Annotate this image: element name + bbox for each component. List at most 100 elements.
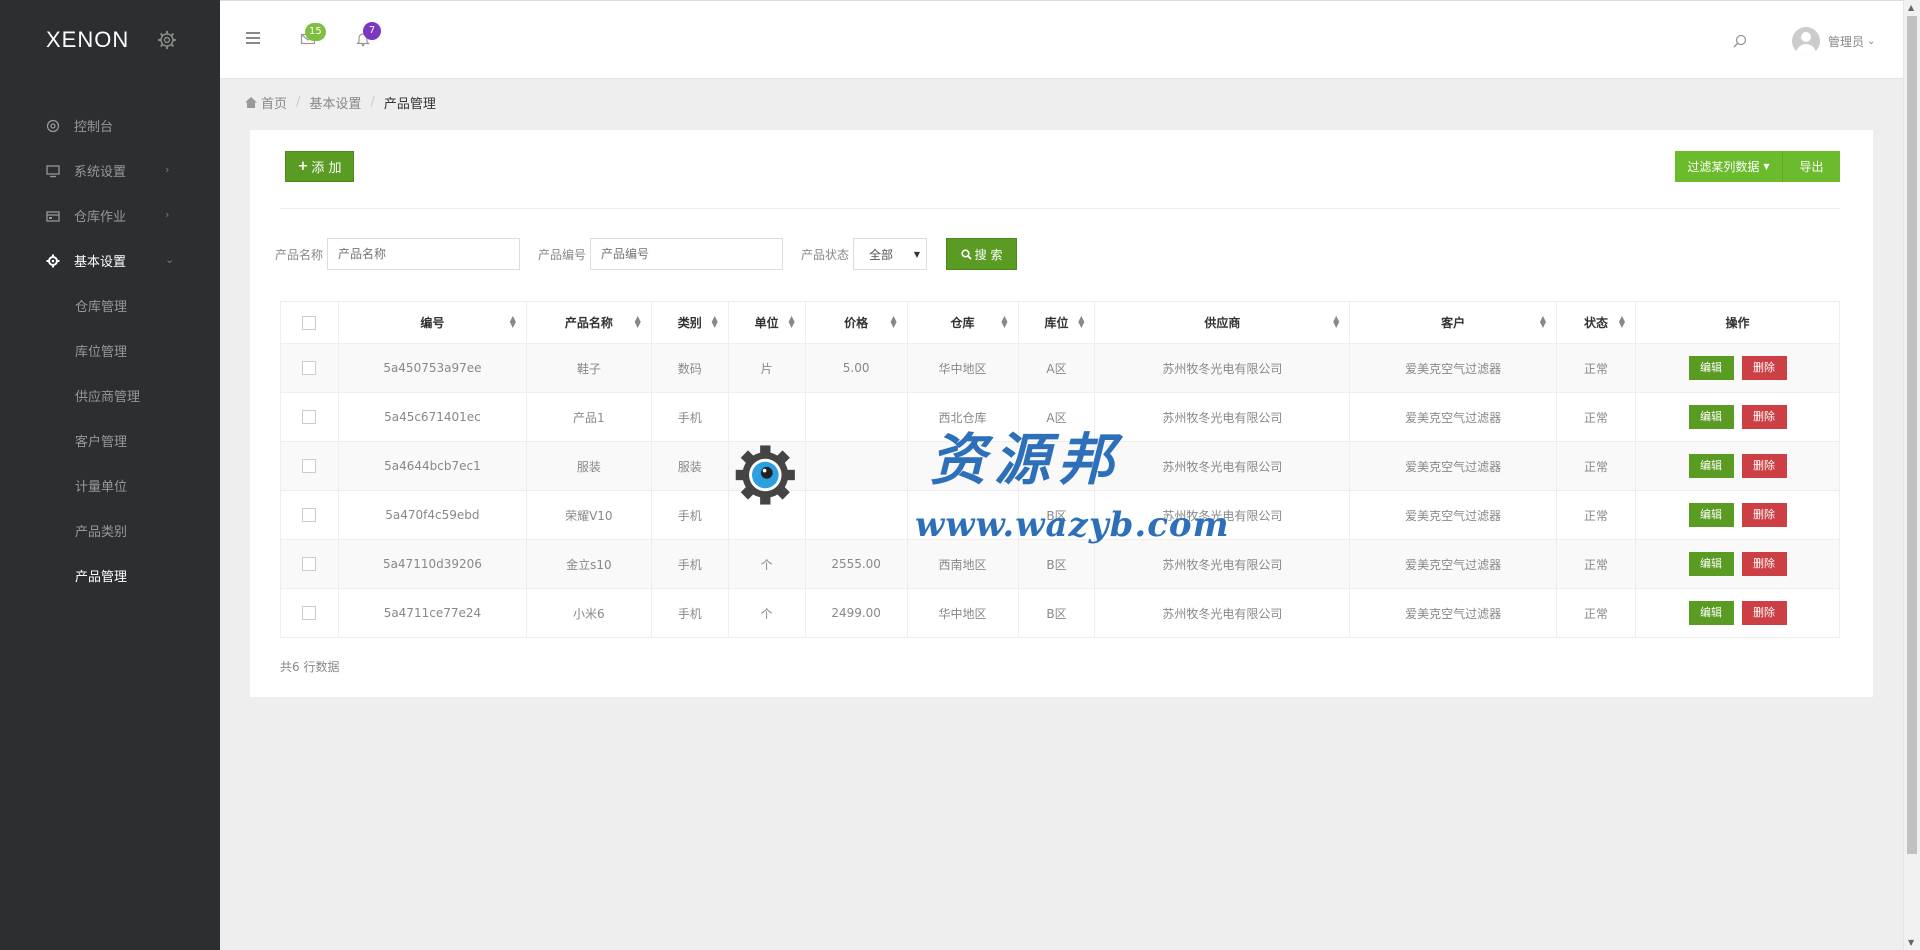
monitor-icon: [46, 164, 60, 177]
user-menu[interactable]: 管理员 ⌄: [1792, 27, 1875, 55]
settings-gear-icon[interactable]: [157, 30, 177, 50]
sort-icon[interactable]: ▲ ▼: [712, 315, 718, 329]
chevron-down-icon: ⌄: [165, 253, 175, 266]
sort-icon[interactable]: ▲ ▼: [890, 315, 896, 329]
sort-icon[interactable]: ▲ ▼: [1333, 315, 1339, 329]
sidebar-item-dashboard[interactable]: 控制台: [0, 103, 220, 148]
watermark-gear-logo: [735, 445, 795, 505]
cell-actions: 编辑 删除: [1635, 343, 1840, 393]
sort-icon[interactable]: ▲ ▼: [789, 315, 795, 329]
breadcrumb-separator: /: [296, 95, 301, 110]
sidebar-subitem-customer[interactable]: 客户管理: [0, 418, 220, 463]
edit-button[interactable]: 编辑: [1688, 552, 1734, 576]
sidebar-subitem-supplier[interactable]: 供应商管理: [0, 373, 220, 418]
delete-button[interactable]: 删除: [1741, 454, 1787, 478]
column-header-name[interactable]: 产品名称 ▲ ▼: [525, 301, 652, 344]
sidebar-subitem-unit[interactable]: 计量单位: [0, 463, 220, 508]
product-name-label: 产品名称: [275, 247, 324, 262]
column-header-code[interactable]: 编号 ▲ ▼: [337, 301, 527, 344]
sidebar-item-system-settings[interactable]: 系统设置 ›: [0, 148, 220, 193]
delete-button[interactable]: 删除: [1741, 503, 1787, 527]
column-header-unit[interactable]: 单位 ▲ ▼: [727, 301, 806, 344]
cell-code: 5a4644bcb7ec1: [337, 441, 527, 491]
row-checkbox[interactable]: [302, 410, 317, 425]
sort-icon[interactable]: ▲ ▼: [635, 315, 641, 329]
filter-columns-button[interactable]: 过滤某列数据 ▼: [1675, 151, 1782, 182]
sidebar-item-warehouse-ops[interactable]: 仓库作业 ›: [0, 193, 220, 238]
column-header-supplier[interactable]: 供应商 ▲ ▼: [1094, 301, 1351, 344]
cell-code: 5a45c671401ec: [337, 392, 527, 442]
hamburger-menu-icon[interactable]: [246, 32, 260, 44]
scroll-down-icon[interactable]: ▼: [1908, 938, 1914, 947]
sidebar-subitem-product[interactable]: 产品管理: [0, 553, 220, 598]
top-header: 15 7 管理员 ⌄: [220, 0, 1903, 79]
breadcrumb-home[interactable]: 首页: [261, 93, 287, 112]
cell-category: 手机: [650, 392, 729, 442]
cell-supplier: 苏州牧冬光电有限公司: [1094, 539, 1351, 589]
breadcrumb-basic-settings[interactable]: 基本设置: [309, 93, 361, 112]
delete-button[interactable]: 删除: [1741, 601, 1787, 625]
chevron-down-icon: ⌄: [1867, 35, 1876, 47]
row-checkbox[interactable]: [302, 606, 317, 621]
scrollbar-thumb[interactable]: [1907, 16, 1917, 854]
delete-button[interactable]: 删除: [1741, 552, 1787, 576]
page-scrollbar[interactable]: ▲ ▼: [1903, 0, 1920, 950]
column-header-label: 供应商: [1204, 316, 1241, 330]
product-name-input[interactable]: [327, 238, 521, 270]
column-header-label: 仓库: [950, 316, 975, 330]
sort-icon[interactable]: ▲ ▼: [1619, 315, 1625, 329]
product-status-value: 全部: [869, 247, 894, 262]
table-row: 5a47110d39206 金立s10 手机 个 2555.00 西南地区 B区…: [280, 539, 1840, 589]
sort-icon[interactable]: ▲ ▼: [1078, 315, 1084, 329]
add-button[interactable]: + 添 加: [285, 151, 354, 182]
delete-button[interactable]: 删除: [1741, 356, 1787, 380]
edit-button[interactable]: 编辑: [1688, 454, 1734, 478]
cell-unit: 个: [727, 588, 806, 638]
cell-actions: 编辑 删除: [1635, 392, 1840, 442]
column-header-location[interactable]: 库位 ▲ ▼: [1017, 301, 1096, 344]
edit-button[interactable]: 编辑: [1688, 503, 1734, 527]
row-select-cell: [280, 343, 339, 393]
edit-button[interactable]: 编辑: [1688, 356, 1734, 380]
product-code-input[interactable]: [590, 238, 784, 270]
sort-icon[interactable]: ▲ ▼: [510, 315, 516, 329]
sort-icon[interactable]: ▲ ▼: [1540, 315, 1546, 329]
sidebar-menu: 控制台 系统设置 › 仓库作业 › 基本设置 ⌄ 仓库管理 库位管理 供应商管理…: [0, 103, 220, 598]
chevron-right-icon: ›: [165, 208, 170, 221]
row-checkbox[interactable]: [302, 508, 317, 523]
column-header-category[interactable]: 类别 ▲ ▼: [650, 301, 729, 344]
sidebar-item-basic-settings[interactable]: 基本设置 ⌄: [0, 238, 220, 283]
row-select-cell: [280, 490, 339, 540]
sort-icon[interactable]: ▲ ▼: [1001, 315, 1007, 329]
search-form: 产品名称 产品编号 产品状态 全部 ▼ 搜 索: [275, 238, 1018, 270]
sidebar-subitem-location[interactable]: 库位管理: [0, 328, 220, 373]
column-header-price[interactable]: 价格 ▲ ▼: [804, 301, 908, 344]
column-header-actions: 操作: [1635, 301, 1840, 344]
table-header-row: 编号 ▲ ▼ 产品名称 ▲ ▼ 类别 ▲ ▼ 单位 ▲ ▼ 价格 ▲ ▼ 仓库 ▲ ▼ 库位 ▲ ▼ 供应商…: [280, 301, 1840, 344]
column-header-warehouse[interactable]: 仓库 ▲ ▼: [906, 301, 1019, 344]
product-status-select[interactable]: 全部 ▼: [853, 238, 928, 270]
column-header-status[interactable]: 状态 ▲ ▼: [1556, 301, 1637, 344]
sidebar-subitem-warehouse[interactable]: 仓库管理: [0, 283, 220, 328]
cell-supplier: 苏州牧冬光电有限公司: [1094, 588, 1351, 638]
row-checkbox[interactable]: [302, 459, 317, 474]
select-all-checkbox[interactable]: [302, 315, 317, 330]
edit-button[interactable]: 编辑: [1688, 405, 1734, 429]
column-header-customer[interactable]: 客户 ▲ ▼: [1349, 301, 1558, 344]
row-count-text: 共6 行数据: [280, 660, 340, 674]
edit-button[interactable]: 编辑: [1688, 601, 1734, 625]
search-icon[interactable]: [1732, 33, 1748, 49]
add-button-label: 添 加: [311, 161, 342, 176]
sidebar-subitem-category[interactable]: 产品类别: [0, 508, 220, 553]
search-button[interactable]: 搜 索: [946, 238, 1018, 270]
column-header-label: 状态: [1584, 316, 1609, 330]
cell-unit: 片: [727, 343, 806, 393]
delete-button[interactable]: 删除: [1741, 405, 1787, 429]
row-checkbox[interactable]: [302, 557, 317, 572]
cell-status: 正常: [1556, 490, 1637, 540]
export-button[interactable]: 导出: [1782, 151, 1840, 182]
cell-name: 鞋子: [525, 343, 652, 393]
row-checkbox[interactable]: [302, 361, 317, 376]
cell-name: 荣耀V10: [525, 490, 652, 540]
scroll-up-icon[interactable]: ▲: [1908, 3, 1914, 12]
